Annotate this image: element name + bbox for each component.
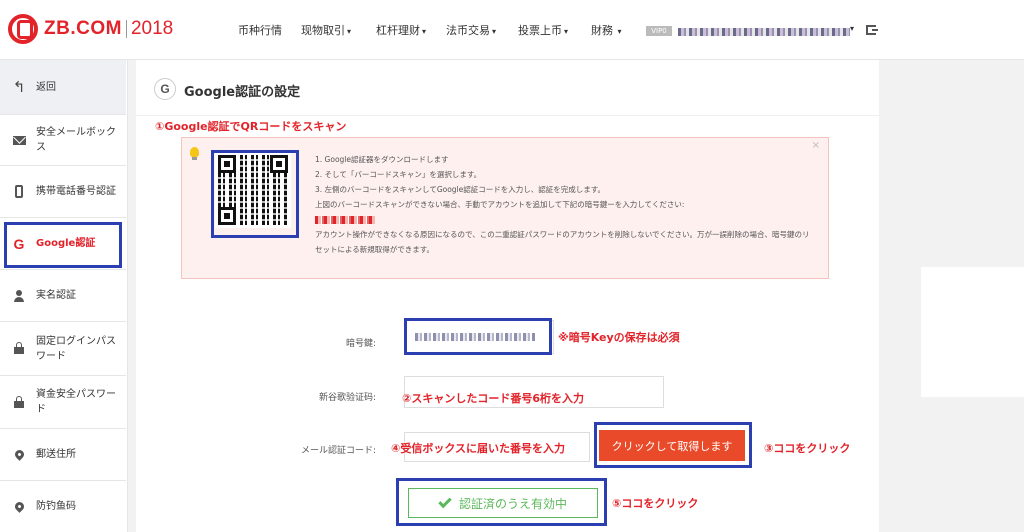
nav-fiat-label: 法币交易: [446, 24, 490, 37]
instruction-line: 上図のバーコードスキャンができない場合、手動でアカウントを追加して下記の暗号鍵ー…: [315, 200, 685, 209]
main-panel: G Google認証の設定 ①Google認証でQRコードをスキャン × 1. …: [136, 60, 879, 532]
sidebar-item-label: 返回: [36, 81, 56, 93]
instruction-line: 3. 左側のバーコードをスキャンしてGoogle認証コードを入力し、認証を完成し…: [315, 185, 606, 194]
highlight-box-verify: [396, 478, 607, 526]
sidebar-item-label: 実名認証: [36, 290, 76, 301]
account-name-redacted[interactable]: [678, 28, 850, 36]
sidebar-item-secure-mailbox[interactable]: 安全メールボックス: [0, 115, 126, 166]
chevron-down-icon[interactable]: ▾: [850, 24, 854, 33]
highlight-box-secret-key: [404, 318, 552, 355]
google-code-label: 新谷歌验证码:: [318, 393, 376, 403]
chevron-down-icon: ▾: [615, 27, 622, 36]
google-icon: G: [154, 78, 176, 100]
chevron-down-icon: ▾: [422, 27, 427, 36]
phone-icon: [12, 185, 26, 199]
chevron-down-icon: ▾: [564, 27, 569, 36]
sidebar-item-label: 郵送住所: [36, 449, 76, 460]
close-icon[interactable]: ×: [812, 140, 820, 151]
annotation-verify-note: ⑤ココをクリック: [612, 497, 699, 510]
location-pin-icon: [12, 448, 26, 462]
vip-badge: VIP0: [646, 26, 672, 36]
instruction-line: 2. そして「バーコードスキャン」を選択します。: [315, 170, 482, 179]
sidebar: ↰ 返回 安全メールボックス 携带電話番号認証 G Google認証 実名認証 …: [0, 60, 128, 532]
nav-finance[interactable]: 財務 ▾: [591, 22, 622, 38]
highlight-box-qr: [211, 150, 299, 238]
sidebar-item-label: 携带電話番号認証: [36, 186, 116, 197]
logo-divider: [125, 20, 127, 38]
email-code-label: メール認証コード:: [300, 446, 376, 456]
zb-logo[interactable]: ZB.COM 2018: [8, 14, 173, 44]
annotation-code-note: ②スキャンしたコード番号6桁を入力: [402, 392, 584, 405]
secret-key-redacted: [315, 212, 815, 227]
sidebar-item-login-password[interactable]: 固定ログインパスワード: [0, 322, 126, 376]
sidebar-item-label: 防钓鱼码: [36, 501, 76, 512]
logout-icon[interactable]: [866, 25, 878, 35]
highlight-box-get-code: [594, 422, 752, 468]
nav-market[interactable]: 币种行情: [238, 22, 282, 38]
secret-key-label: 暗号鍵:: [345, 339, 376, 349]
zb-logo-mark-icon: [8, 14, 38, 44]
user-icon: [12, 289, 26, 303]
instruction-line: 1. Google認証器をダウンロードします: [315, 155, 449, 164]
highlight-box-google-auth: [4, 222, 122, 268]
sidebar-item-fund-password[interactable]: 資金安全パスワード: [0, 376, 126, 429]
page-title: Google認証の設定: [184, 85, 301, 100]
lock-icon: [12, 395, 26, 409]
warning-text: アカウント操作ができなくなる原因になるので、この二重認証パスワードのアカウントを…: [315, 230, 810, 254]
nav-spot-trading[interactable]: 现物取引 ▾: [301, 22, 351, 38]
nav-margin[interactable]: 杠杆理财 ▾: [376, 22, 426, 38]
sidebar-item-back[interactable]: ↰ 返回: [0, 60, 126, 115]
chevron-down-icon: ▾: [492, 27, 497, 36]
title-bar: G Google認証の設定: [136, 60, 879, 116]
lock-icon: [12, 342, 26, 356]
lightbulb-icon: [190, 147, 199, 160]
logo-text: ZB.COM: [44, 18, 122, 39]
sidebar-item-real-name[interactable]: 実名認証: [0, 270, 126, 322]
back-arrow-icon: ↰: [12, 78, 26, 96]
mail-icon: [12, 133, 26, 147]
top-header: ZB.COM 2018 币种行情 现物取引 ▾ 杠杆理财 ▾ 法币交易 ▾ 投票上币 ▾…: [0, 0, 1024, 60]
instructions: 1. Google認証器をダウンロードします 2. そして「バーコードスキャン」…: [315, 152, 815, 257]
annotation-get-note: ③ココをクリック: [764, 442, 851, 455]
sidebar-item-label: 固定ログインパスワード: [36, 335, 116, 362]
sidebar-item-label: 資金安全パスワード: [36, 389, 116, 415]
sidebar-item-mailing-address[interactable]: 郵送住所: [0, 429, 126, 481]
logo-year: 2018: [130, 18, 174, 39]
annotation-key-note: ※暗号Keyの保存は必須: [558, 331, 680, 344]
side-panel-blank: [921, 267, 1024, 397]
sidebar-item-anti-phishing[interactable]: 防钓鱼码: [0, 481, 126, 532]
nav-finance-label: 財務: [591, 24, 613, 37]
location-pin-icon: [12, 500, 26, 514]
sidebar-item-phone-verification[interactable]: 携带電話番号認証: [0, 166, 126, 218]
nav-vote-listing-label: 投票上币: [518, 24, 562, 37]
nav-spot-trading-label: 现物取引: [301, 24, 345, 37]
nav-fiat[interactable]: 法币交易 ▾: [446, 22, 496, 38]
annotation-step1: ①Google認証でQRコードをスキャン: [155, 120, 347, 133]
nav-margin-label: 杠杆理财: [376, 24, 420, 37]
sidebar-item-label: 安全メールボックス: [36, 127, 116, 153]
annotation-email-note: ④受信ボックスに届いた番号を入力: [391, 442, 565, 455]
chevron-down-icon: ▾: [347, 27, 352, 36]
nav-vote-listing[interactable]: 投票上币 ▾: [518, 22, 568, 38]
